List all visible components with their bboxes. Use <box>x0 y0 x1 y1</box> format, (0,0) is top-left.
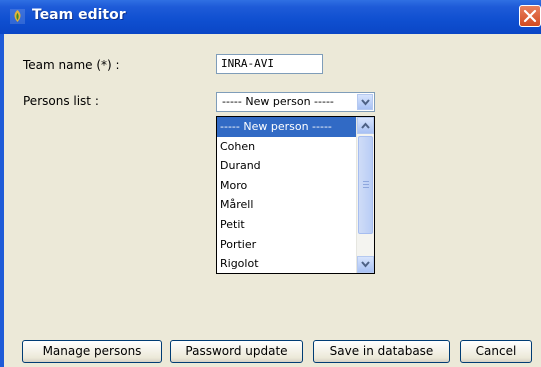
thumb-grip <box>363 187 369 188</box>
list-item-durand[interactable]: Durand <box>217 156 357 176</box>
scroll-down-button[interactable] <box>357 256 374 273</box>
dialog-body: Team name (*) : INRA-AVI Persons list : … <box>0 34 541 367</box>
manage-persons-button[interactable]: Manage persons <box>22 340 162 363</box>
list-item-cohen[interactable]: Cohen <box>217 137 357 157</box>
password-update-button[interactable]: Password update <box>170 340 303 363</box>
list-item-new-person[interactable]: ----- New person ----- <box>217 117 357 137</box>
title-bar[interactable]: Team editor <box>0 0 541 34</box>
list-item-marell[interactable]: Mårell <box>217 195 357 215</box>
team-editor-window: Team editor Team name (*) : INRA-AVI Per… <box>0 0 541 367</box>
list-item-portier[interactable]: Portier <box>217 235 357 255</box>
persons-dropdown-list[interactable]: ----- New person ----- Cohen Durand Moro… <box>216 116 375 274</box>
close-button[interactable] <box>519 5 541 27</box>
list-item-petit[interactable]: Petit <box>217 215 357 235</box>
thumb-grip <box>363 184 369 185</box>
persons-combo[interactable]: ----- New person ----- <box>216 92 375 112</box>
thumb-grip <box>363 181 369 182</box>
persons-combo-value: ----- New person ----- <box>222 95 334 108</box>
list-item-rigolot[interactable]: Rigolot <box>217 254 357 274</box>
chevron-down-icon <box>361 99 370 106</box>
scroll-up-button[interactable] <box>357 117 374 134</box>
window-title: Team editor <box>32 7 126 23</box>
app-icon <box>10 9 25 24</box>
save-in-database-button[interactable]: Save in database <box>313 340 450 363</box>
chevron-up-icon <box>361 122 370 129</box>
combo-dropdown-button[interactable] <box>357 94 373 110</box>
list-item-moro[interactable]: Moro <box>217 176 357 196</box>
scrollbar-thumb[interactable] <box>358 136 373 234</box>
team-name-field[interactable]: INRA-AVI <box>216 54 323 74</box>
team-name-label: Team name (*) : <box>23 58 120 72</box>
persons-list-label: Persons list : <box>23 94 99 108</box>
persons-list: ----- New person ----- Cohen Durand Moro… <box>217 117 357 274</box>
cancel-button[interactable]: Cancel <box>460 340 532 363</box>
close-icon <box>523 9 537 23</box>
chevron-down-icon <box>361 261 370 268</box>
list-scrollbar[interactable] <box>356 117 374 273</box>
